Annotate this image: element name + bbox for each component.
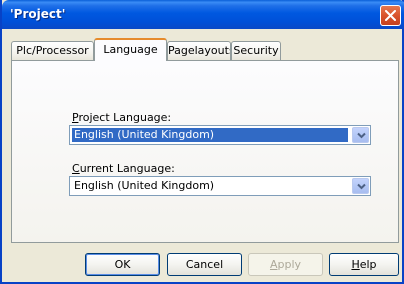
help-button[interactable]: Help [329, 253, 399, 276]
tab-security[interactable]: Security [231, 41, 281, 60]
close-icon [385, 10, 396, 21]
title-bar[interactable]: 'Project' [2, 0, 404, 29]
project-language-value: English (United Kingdom) [72, 128, 348, 142]
project-language-label: Project Language: [72, 111, 172, 124]
close-button[interactable] [380, 5, 401, 26]
cancel-button[interactable]: Cancel [167, 253, 242, 276]
tab-pagelayouts[interactable]: Pagelayouts [167, 41, 231, 60]
chevron-down-icon [357, 183, 366, 190]
project-language-dropdown-button[interactable] [352, 127, 369, 143]
current-language-value: English (United Kingdom) [74, 179, 215, 192]
window-title: 'Project' [10, 7, 66, 21]
tab-strip: Plc/Processor Language Pagelayouts Secur… [11, 38, 401, 61]
chevron-down-icon [357, 132, 366, 139]
language-tab-panel: Project Language: English (United Kingdo… [11, 60, 399, 243]
ok-button[interactable]: OK [85, 253, 160, 276]
tab-plc-processor[interactable]: Plc/Processor [11, 41, 94, 60]
current-language-label: Current Language: [72, 162, 175, 175]
project-dialog: 'Project' Plc/Processor Language Pagelay… [0, 0, 404, 284]
current-language-dropdown-button[interactable] [352, 178, 369, 194]
apply-button[interactable]: Apply [248, 253, 323, 276]
current-language-select[interactable]: English (United Kingdom) [69, 176, 371, 196]
tab-language[interactable]: Language [94, 38, 167, 61]
project-language-select[interactable]: English (United Kingdom) [69, 125, 371, 145]
